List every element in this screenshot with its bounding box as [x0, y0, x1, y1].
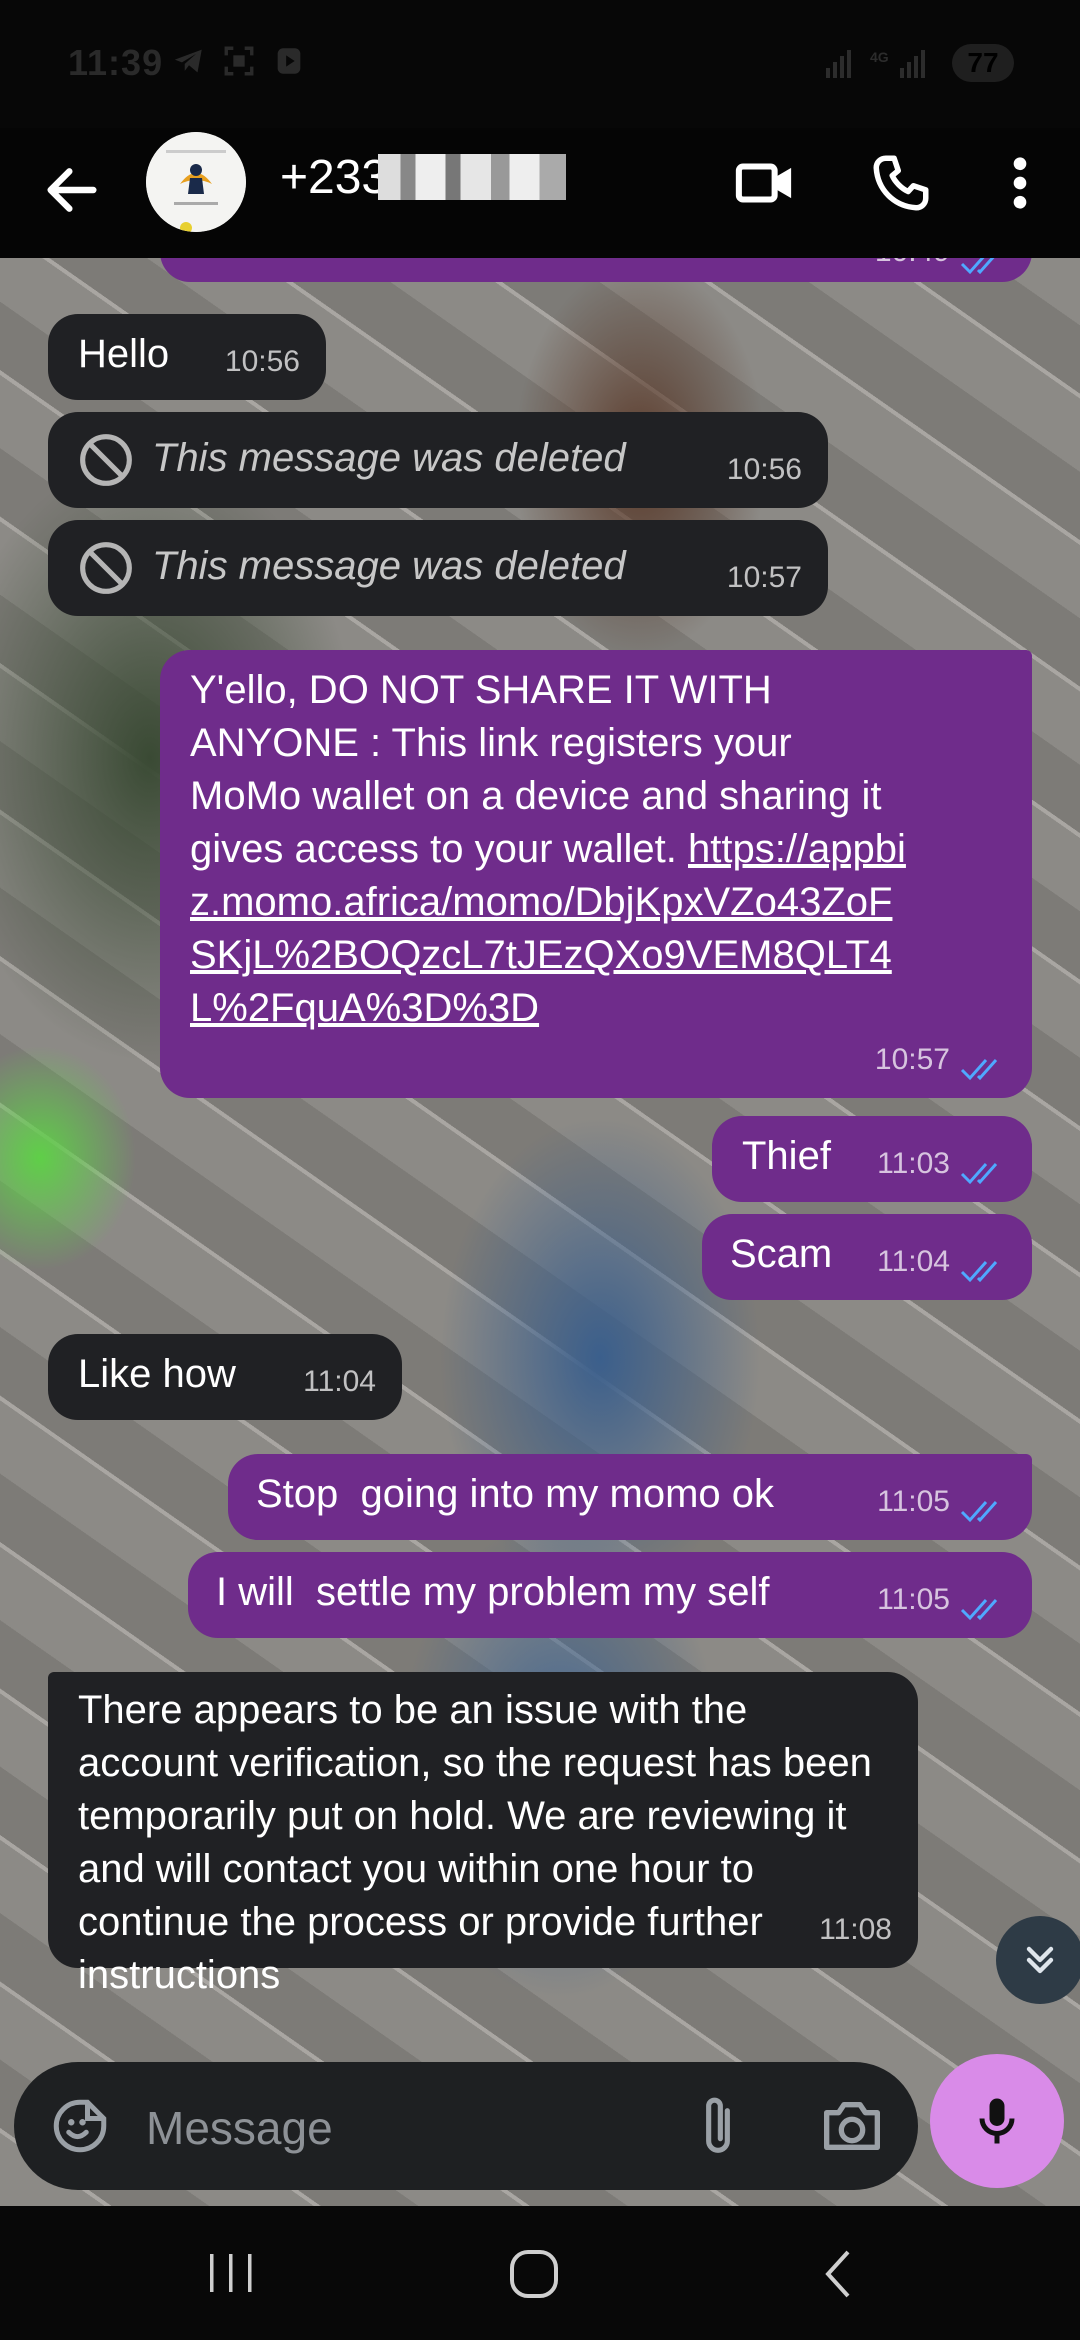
- read-receipt-icon: [960, 1599, 998, 1621]
- read-receipt-icon: [960, 258, 995, 275]
- message-composer: [14, 2062, 918, 2190]
- message-bubble-outgoing[interactable]: Y'ello, DO NOT SHARE IT WITH ANYONE : Th…: [160, 650, 1032, 1098]
- recent-apps-icon[interactable]: [206, 2250, 256, 2296]
- message-text: Like how: [78, 1352, 236, 1396]
- message-time: 11:03: [877, 1147, 950, 1180]
- message-input[interactable]: [144, 2092, 688, 2164]
- message-bubble-incoming[interactable]: Like how 11:04: [48, 1334, 402, 1420]
- more-options-icon[interactable]: [1000, 150, 1040, 216]
- voice-call-icon[interactable]: [868, 150, 934, 216]
- message-time: 11:04: [303, 1365, 376, 1398]
- message-bubble-incoming[interactable]: There appears to be an issue with the ac…: [48, 1672, 918, 1997]
- message-text: Scam: [730, 1232, 833, 1276]
- message-text: Stop going into my momo ok: [256, 1472, 775, 1516]
- message-bubble-outgoing[interactable]: Thief 11:03: [712, 1116, 1032, 1202]
- svg-text:4G: 4G: [870, 49, 889, 65]
- message-time: 10:57: [874, 1043, 950, 1076]
- voice-message-button[interactable]: [930, 2054, 1064, 2188]
- telegram-icon: [174, 49, 202, 73]
- message-text: I will settle my problem my self: [216, 1570, 770, 1614]
- message-bubble-deleted[interactable]: This message was deleted 10:57: [48, 520, 828, 616]
- message-bubble-incoming[interactable]: Hello 10:56: [48, 314, 326, 400]
- deleted-message-text: This message was deleted: [152, 436, 626, 480]
- chat-header: +233 4086: [0, 128, 1080, 258]
- read-receipt-icon: [960, 1163, 998, 1185]
- message-bubble-outgoing[interactable]: 10:49: [160, 258, 1032, 282]
- read-receipt-icon: [960, 1059, 998, 1081]
- message-text: There appears to be an issue with the ac…: [78, 1688, 872, 1997]
- message-time: 10:49: [875, 258, 950, 278]
- deleted-message-text: This message was deleted: [152, 544, 626, 588]
- status-time: 11:39: [68, 42, 164, 83]
- message-text: Hello: [78, 332, 170, 376]
- message-bubble-outgoing[interactable]: I will settle my problem my self 11:05: [188, 1552, 1032, 1638]
- video-call-icon[interactable]: [732, 150, 798, 216]
- battery-indicator: 77: [952, 44, 1014, 82]
- signal-icon: 4G: [826, 49, 925, 78]
- double-chevron-down-icon: [1026, 1946, 1054, 1974]
- message-time: 11:05: [877, 1583, 950, 1616]
- message-time: 10:56: [726, 453, 802, 486]
- read-receipt-icon: [960, 1501, 998, 1523]
- camera-icon[interactable]: [820, 2096, 884, 2156]
- message-time: 11:04: [877, 1245, 950, 1278]
- status-bar: 11:39 4G 77: [0, 0, 1080, 128]
- message-time: 10:56: [224, 345, 300, 378]
- system-navigation-bar: [0, 2206, 1080, 2340]
- message-bubble-deleted[interactable]: This message was deleted 10:56: [48, 412, 828, 508]
- blocked-icon: [80, 542, 132, 594]
- screenshot-icon: [224, 46, 254, 76]
- sticker-icon[interactable]: [50, 2096, 110, 2156]
- microphone-icon: [979, 2098, 1015, 2144]
- message-time: 10:57: [726, 561, 802, 594]
- scroll-to-bottom-button[interactable]: [996, 1916, 1080, 2004]
- message-bubble-outgoing[interactable]: Scam 11:04: [702, 1214, 1032, 1300]
- back-arrow-icon[interactable]: [40, 158, 104, 222]
- home-icon[interactable]: [508, 2248, 560, 2300]
- contact-avatar[interactable]: [146, 132, 246, 232]
- conversation-area[interactable]: 10:49 Hello 10:56 This message was delet…: [0, 258, 1080, 2206]
- message-text: Thief: [742, 1134, 831, 1178]
- blocked-icon: [80, 434, 132, 486]
- read-receipt-icon: [960, 1261, 998, 1283]
- back-nav-icon[interactable]: [818, 2248, 858, 2300]
- media-icon: [277, 48, 301, 74]
- message-time: 11:08: [819, 1913, 892, 1946]
- paperclip-icon[interactable]: [690, 2092, 746, 2162]
- message-text: Y'ello, DO NOT SHARE IT WITH ANYONE : Th…: [190, 664, 910, 1035]
- avatar-logo-icon: [146, 132, 246, 232]
- redaction-blur: [378, 154, 566, 200]
- message-time: 11:05: [877, 1485, 950, 1518]
- message-bubble-outgoing[interactable]: Stop going into my momo ok 11:05: [228, 1454, 1032, 1540]
